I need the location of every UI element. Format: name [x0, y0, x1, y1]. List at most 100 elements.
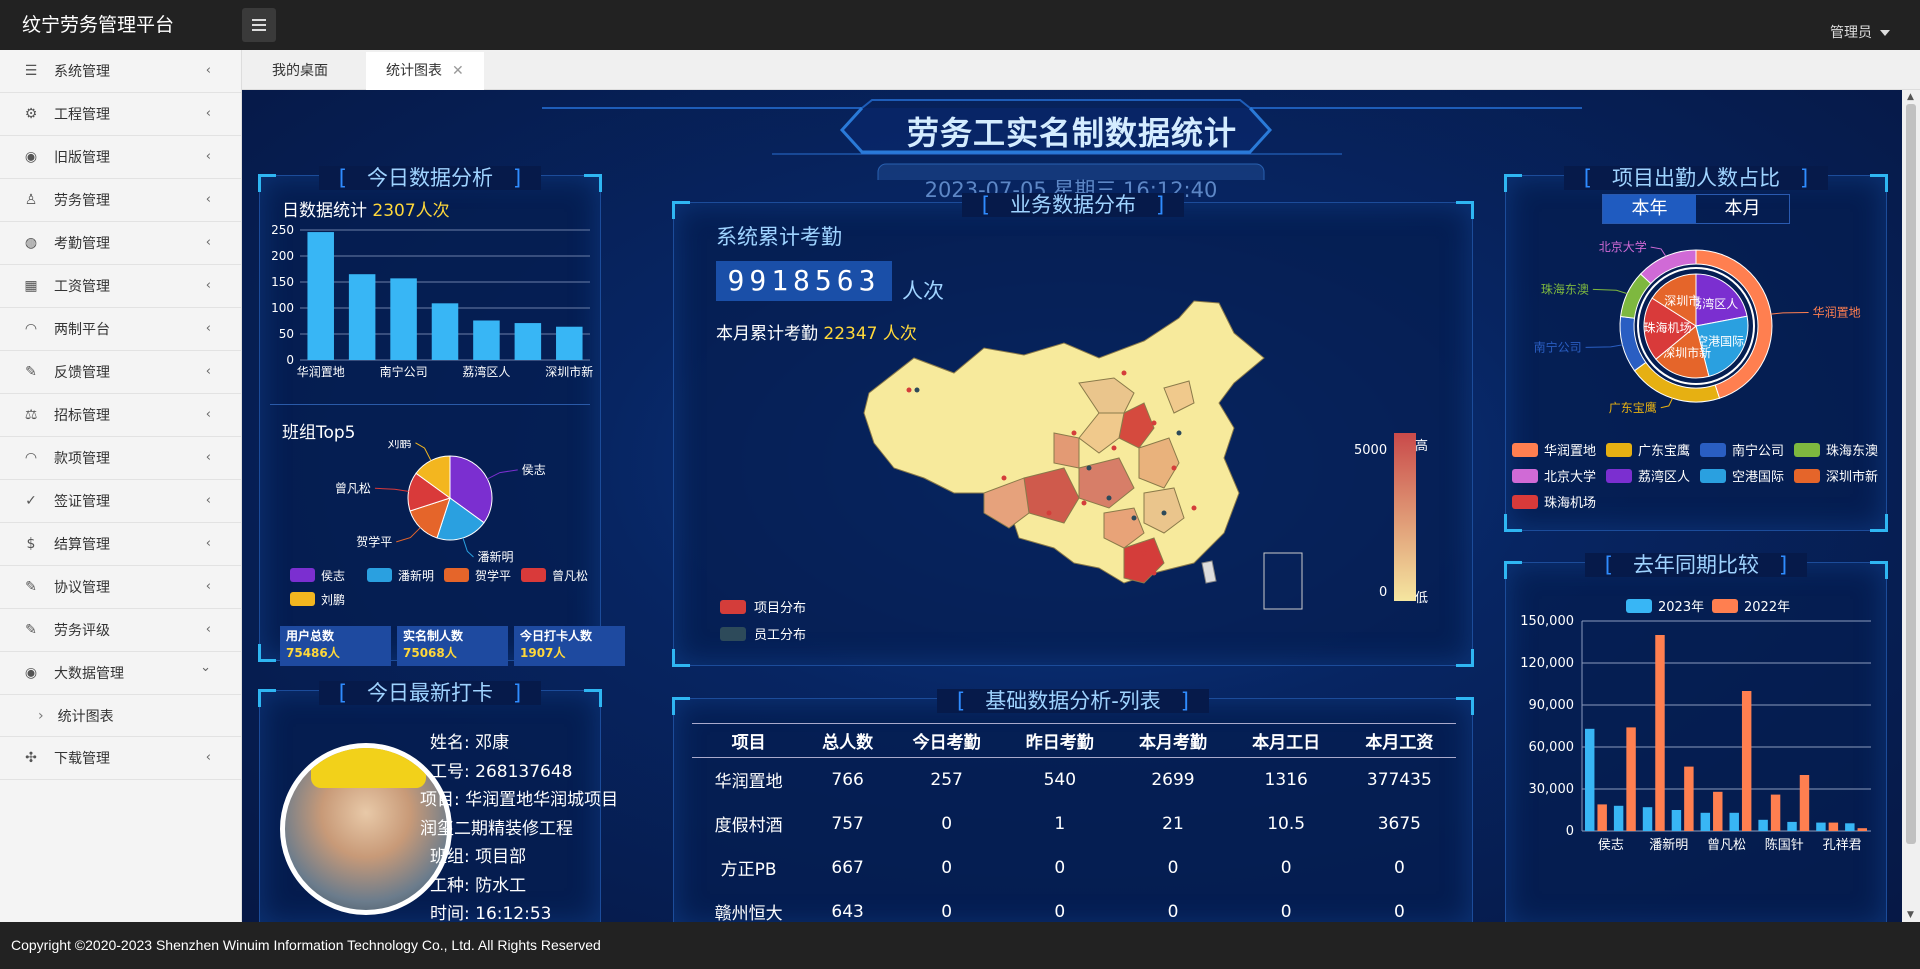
sidebar-item-10[interactable]: ✓ 签证管理 ‹ — [0, 480, 241, 523]
bar — [1845, 823, 1855, 831]
bar — [1799, 775, 1810, 831]
sidebar-item-label: 工程管理 — [54, 107, 110, 123]
footer: Copyright ©2020-2023 Shenzhen Winuim Inf… — [0, 922, 1920, 969]
scrollbar[interactable]: ▲ ▼ — [1902, 90, 1920, 922]
table-row[interactable]: 度假村酒 757 0 1 21 10.5 3675 — [692, 802, 1456, 846]
table-row[interactable]: 方正PB 667 0 0 0 0 0 — [692, 846, 1456, 890]
pie-label: 刘鹏 — [387, 440, 411, 450]
x-tick-label: 孔祥君 — [1823, 838, 1862, 853]
scale-min-label: 0 — [1379, 585, 1388, 600]
legend-label: 珠海机场 — [1544, 496, 1597, 511]
legend-item[interactable]: 北京大学 — [1512, 466, 1596, 485]
sidebar-item-11[interactable]: $ 结算管理 ‹ — [0, 523, 241, 566]
x-tick-label: 陈国针 — [1765, 837, 1804, 853]
bar — [1729, 812, 1739, 831]
pie-leader — [1592, 288, 1628, 295]
bar — [1671, 810, 1682, 831]
y-tick-label: 120,000 — [1520, 656, 1574, 671]
pie-label: 珠海东澳 — [1541, 281, 1589, 296]
pie-leader — [1660, 398, 1673, 409]
chevron-left-icon: ‹ — [205, 622, 211, 637]
sidebar-item-2[interactable]: ◉ 旧版管理 ‹ — [0, 136, 241, 179]
chevron-left-icon: ‹ — [205, 149, 211, 164]
table-row[interactable]: 赣州恒大 643 0 0 0 0 0 — [692, 890, 1456, 923]
legend-item[interactable]: 南宁公司 — [1700, 440, 1784, 459]
y-tick-label: 60,000 — [1529, 740, 1575, 755]
legend-item[interactable]: 珠海东澳 — [1794, 440, 1878, 459]
sidebar-item-download[interactable]: ✣ 下载管理 ‹ — [0, 737, 241, 780]
table-cell: 766 — [831, 769, 864, 790]
sidebar-item-6[interactable]: ◠ 两制平台 ‹ — [0, 308, 241, 351]
sidebar-item-3[interactable]: ♙ 劳务管理 ‹ — [0, 179, 241, 222]
bar — [1655, 635, 1665, 831]
bar — [1585, 728, 1595, 831]
edit-icon: ✎ — [25, 579, 37, 595]
sidebar-subitem-stats[interactable]: › 统计图表 — [0, 695, 241, 737]
scale-max-label: 5000 — [1354, 443, 1388, 458]
scale-low-label: 低 — [1415, 591, 1429, 606]
sidebar-item-9[interactable]: ◠ 款项管理 ‹ — [0, 437, 241, 480]
menu-toggle-button[interactable] — [242, 8, 276, 42]
worker-trade: 工种: 防水工 — [430, 875, 527, 896]
sidebar-item-8[interactable]: ⚖ 招标管理 ‹ — [0, 394, 241, 437]
legend-project[interactable]: 项目分布 — [720, 597, 806, 616]
table-row[interactable]: 华润置地 766 257 540 2699 1316 377435 — [692, 758, 1456, 802]
table-cell: 0 — [941, 813, 953, 834]
legend-item[interactable]: 深圳市新 — [1794, 466, 1878, 485]
sidebar-item-label: 大数据管理 — [54, 666, 124, 682]
check-icon: ✓ — [25, 493, 37, 509]
tab-this-month[interactable]: 本月 — [1696, 195, 1789, 223]
close-icon[interactable]: ✕ — [452, 63, 464, 79]
pie-leader — [374, 487, 409, 492]
legend-label: 珠海东澳 — [1826, 444, 1879, 459]
sidebar-item-4[interactable]: ◍ 考勤管理 ‹ — [0, 222, 241, 265]
legend-item[interactable]: 华润置地 — [1512, 440, 1596, 459]
sidebar-item-1[interactable]: ⚙ 工程管理 ‹ — [0, 93, 241, 136]
y-tick-label: 250 — [271, 223, 294, 237]
pie-label: 北京大学 — [1599, 239, 1647, 254]
sidebar-item-label: 考勤管理 — [54, 236, 110, 252]
bar — [1642, 807, 1653, 831]
legend-swatch — [1700, 442, 1726, 457]
legend-item[interactable]: 珠海机场 — [1512, 492, 1596, 511]
latest-checkin-panel: [今日最新打卡] 姓名: 邓康 工号: 268137648 项目: 华润置地华润… — [258, 681, 618, 922]
sidebar-item-13[interactable]: ✎ 劳务评级 ‹ — [0, 609, 241, 652]
chevron-left-icon: ‹ — [205, 750, 211, 765]
legend-label: 华润置地 — [1544, 444, 1597, 459]
chevron-down-icon: ⌄ — [200, 660, 211, 675]
x-tick-label: 侯志 — [1598, 838, 1624, 853]
chevron-left-icon: ‹ — [205, 407, 211, 422]
legend-item[interactable]: 广东宝鹰 — [1606, 440, 1690, 459]
user-menu[interactable]: 管理员 — [1830, 22, 1890, 42]
edit-icon: ✎ — [25, 622, 37, 638]
y-tick-label: 90,000 — [1529, 698, 1575, 713]
stat-value: 1907人 — [520, 646, 566, 660]
tab-desktop[interactable]: 我的桌面 — [252, 52, 348, 90]
bar — [1613, 805, 1624, 831]
tab-bar: 我的桌面 统计图表 ✕ — [242, 50, 1920, 90]
legend-employee[interactable]: 员工分布 — [720, 624, 806, 643]
sidebar-item-14[interactable]: ◉ 大数据管理 ⌄ — [0, 652, 241, 695]
legend-item[interactable]: 空港国际 — [1700, 466, 1784, 485]
pie-leader — [1650, 246, 1667, 257]
legend-swatch — [1512, 442, 1538, 457]
sidebar-item-5[interactable]: ▦ 工资管理 ‹ — [0, 265, 241, 308]
legend-item[interactable]: 荔湾区人 — [1606, 466, 1690, 485]
sidebar-item-0[interactable]: ☰ 系统管理 ‹ — [0, 50, 241, 93]
scroll-up-icon[interactable]: ▲ — [1907, 92, 1914, 102]
sidebar-item-label: 两制平台 — [54, 322, 110, 338]
daily-bar-chart: 0 50 100 150 200 250 华润置地 南宁公司 荔湾区人 深圳市新 — [271, 223, 593, 379]
tab-this-year[interactable]: 本年 — [1603, 195, 1696, 223]
scroll-down-icon[interactable]: ▼ — [1907, 910, 1914, 920]
sidebar-item-7[interactable]: ✎ 反馈管理 ‹ — [0, 351, 241, 394]
pie-leader — [396, 527, 421, 543]
color-scale-bar — [1394, 433, 1416, 601]
sidebar-item-12[interactable]: ✎ 协议管理 ‹ — [0, 566, 241, 609]
tab-stats[interactable]: 统计图表 ✕ — [366, 52, 484, 90]
legend-swatch — [1512, 494, 1538, 509]
table-cell: 度假村酒 — [714, 816, 783, 836]
sidebar-item-label: 劳务管理 — [54, 193, 110, 209]
data-table: 项目 总人数 今日考勤 昨日考勤 本月考勤 本月工日 本月工资 华润置地 766 257 540 2… — [692, 723, 1456, 922]
legend-label: 曾凡松 — [552, 569, 588, 583]
sidebar-item-label: 系统管理 — [54, 64, 110, 80]
